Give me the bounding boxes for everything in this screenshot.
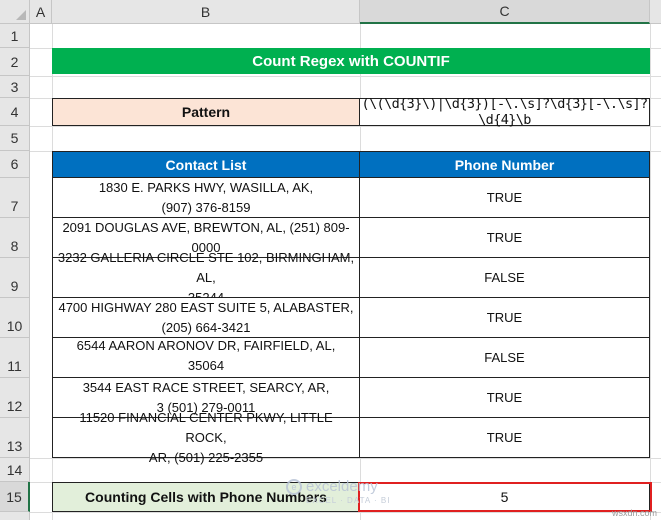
- column-header-a[interactable]: A: [30, 0, 52, 24]
- contact-line: 4700 HIGHWAY 280 EAST SUITE 5, ALABASTER…: [58, 299, 354, 315]
- phone-number-header[interactable]: Phone Number: [359, 151, 650, 178]
- select-all-corner[interactable]: [0, 0, 30, 24]
- row-header-14[interactable]: 14: [0, 458, 30, 482]
- phone-result-cell[interactable]: FALSE: [359, 338, 650, 378]
- gridline: [30, 76, 661, 77]
- row-header-3[interactable]: 3: [0, 76, 30, 98]
- row-header-9[interactable]: 9: [0, 258, 30, 298]
- contact-list-header[interactable]: Contact List: [52, 151, 360, 178]
- row-header-4[interactable]: 4: [0, 98, 30, 126]
- row-header-6[interactable]: 6: [0, 151, 30, 178]
- contact-cell[interactable]: 4700 HIGHWAY 280 EAST SUITE 5, ALABASTER…: [52, 298, 360, 338]
- sheet-title[interactable]: Count Regex with COUNTIF: [52, 48, 650, 74]
- contact-cell[interactable]: 3232 GALLERIA CIRCLE STE 102, BIRMINGHAM…: [52, 250, 360, 305]
- contact-cell[interactable]: 11520 FINANCIAL CENTER PKWY, LITTLE ROCK…: [52, 410, 360, 465]
- phone-result-cell[interactable]: FALSE: [359, 258, 650, 298]
- row-header-12[interactable]: 12: [0, 378, 30, 418]
- contact-line: 6544 AARON ARONOV DR, FAIRFIELD, AL, 350…: [76, 338, 336, 373]
- spreadsheet: A B C 1 2 3 4 5 6 7 8 9 10 11 12 13 14 1…: [0, 0, 661, 520]
- contact-cell[interactable]: 1830 E. PARKS HWY, WASILLA, AK, (907) 37…: [52, 178, 360, 218]
- gridline: [30, 458, 661, 459]
- row-header-10[interactable]: 10: [0, 298, 30, 338]
- contact-line: 1830 E. PARKS HWY, WASILLA, AK,: [98, 179, 314, 195]
- row-header-2[interactable]: 2: [0, 48, 30, 76]
- column-header-b[interactable]: B: [52, 0, 360, 24]
- contact-line: 3544 EAST RACE STREET, SEARCY, AR,: [82, 379, 330, 395]
- phone-result-cell[interactable]: TRUE: [359, 178, 650, 218]
- contact-line: (205) 664-3421: [161, 319, 251, 335]
- pattern-value-cell[interactable]: (\(\d{3}\)|\d{3})[-\.\s]?\d{3}[-\.\s]?\d…: [360, 96, 650, 128]
- row-header-15[interactable]: 15: [0, 482, 30, 512]
- row-header-13[interactable]: 13: [0, 418, 30, 458]
- row-header-16[interactable]: [0, 512, 30, 520]
- phone-result-cell[interactable]: TRUE: [359, 218, 650, 258]
- column-header-c[interactable]: C: [360, 0, 650, 24]
- phone-result-cell[interactable]: TRUE: [359, 298, 650, 338]
- gridline: [30, 512, 661, 513]
- row-header-5[interactable]: 5: [0, 126, 30, 151]
- contact-cell[interactable]: 6544 AARON ARONOV DR, FAIRFIELD, AL, 350…: [52, 338, 360, 378]
- contact-line: 2091 DOUGLAS AVE, BREWTON, AL, (251) 809…: [62, 219, 350, 235]
- select-all-icon: [16, 10, 26, 20]
- pattern-label[interactable]: Pattern: [52, 98, 360, 126]
- row-header-11[interactable]: 11: [0, 338, 30, 378]
- exceldemy-logo-icon: e: [286, 478, 302, 495]
- row-header-7[interactable]: 7: [0, 178, 30, 218]
- row-header-1[interactable]: 1: [0, 24, 30, 48]
- phone-result-cell[interactable]: TRUE: [359, 418, 650, 458]
- exceldemy-watermark: e exceldemy: [286, 478, 378, 495]
- watermark-tagline: EXCEL · DATA · BI: [306, 496, 391, 505]
- watermark-text: exceldemy: [306, 478, 378, 495]
- phone-result-cell[interactable]: TRUE: [359, 378, 650, 418]
- row-header-8[interactable]: 8: [0, 218, 30, 258]
- cell-highlight-box: [358, 482, 652, 512]
- column-header-d[interactable]: [650, 0, 661, 24]
- contact-line: (907) 376-8159: [161, 199, 251, 215]
- contact-line: AR, (501) 225-2355: [148, 449, 264, 465]
- contact-line: 11520 FINANCIAL CENTER PKWY, LITTLE ROCK…: [79, 409, 333, 445]
- contact-line: 3232 GALLERIA CIRCLE STE 102, BIRMINGHAM…: [57, 249, 355, 285]
- site-credit: wsxdn.com: [611, 508, 657, 518]
